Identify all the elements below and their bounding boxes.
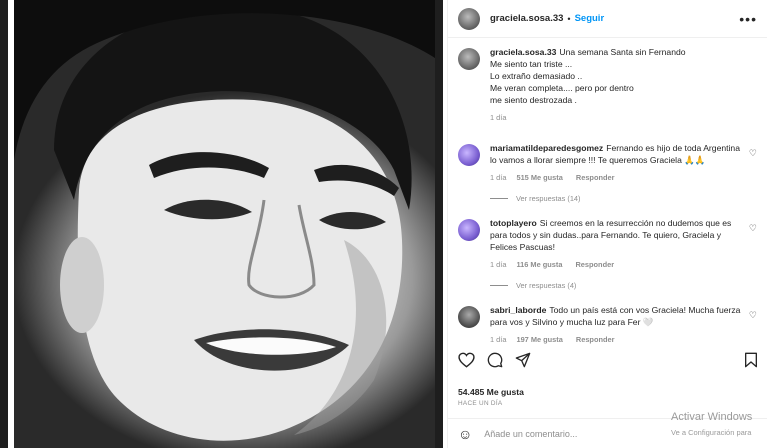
view-replies-button[interactable]: Ver respuestas (14) bbox=[490, 194, 757, 203]
heart-icon[interactable] bbox=[458, 352, 475, 368]
follow-button[interactable]: Seguir bbox=[575, 13, 605, 24]
share-icon[interactable] bbox=[515, 352, 531, 368]
previous-media-edge bbox=[0, 0, 8, 448]
bookmark-icon[interactable] bbox=[744, 352, 758, 368]
comment-likes[interactable]: 197 Me gusta bbox=[516, 334, 562, 346]
post-actions-bar bbox=[448, 352, 767, 368]
commenter-avatar[interactable] bbox=[458, 219, 480, 241]
caption: graciela.sosa.33 Una semana Santa sin Fer… bbox=[458, 46, 757, 124]
post-timestamp: HACE UN DÍA bbox=[458, 400, 503, 407]
caption-avatar[interactable] bbox=[458, 48, 480, 70]
reply-button[interactable]: Responder bbox=[576, 172, 615, 184]
comment-time: 1 día bbox=[490, 173, 507, 182]
comment-item: sabri_laborde Todo un país está con vos G… bbox=[458, 304, 757, 346]
caption-time: 1 día bbox=[490, 113, 507, 122]
comments-list[interactable]: graciela.sosa.33 Una semana Santa sin Fer… bbox=[448, 38, 767, 350]
portrait-illustration bbox=[14, 0, 438, 441]
post-media[interactable] bbox=[0, 0, 443, 448]
post-header: graciela.sosa.33 • Seguir ••• bbox=[448, 0, 767, 38]
windows-activation-subtitle: Ve a Configuración para bbox=[671, 428, 752, 437]
commenter-avatar[interactable] bbox=[458, 144, 480, 166]
view-replies-button[interactable]: Ver respuestas (4) bbox=[490, 281, 757, 290]
comment-username[interactable]: mariamatildeparedesgomez bbox=[490, 143, 603, 153]
caption-username[interactable]: graciela.sosa.33 bbox=[490, 47, 556, 57]
comment-like-icon[interactable]: ♡ bbox=[749, 223, 757, 271]
emoji-icon[interactable]: ☺ bbox=[458, 426, 472, 442]
comment-item: mariamatildeparedesgomez Fernando es hijo… bbox=[458, 142, 757, 184]
add-comment-input[interactable] bbox=[484, 428, 685, 439]
comment-time: 1 día bbox=[490, 335, 507, 344]
likes-count[interactable]: 54.485 Me gusta bbox=[458, 387, 524, 397]
view-replies-label: Ver respuestas (14) bbox=[516, 194, 581, 203]
view-replies-label: Ver respuestas (4) bbox=[516, 281, 577, 290]
next-media-edge bbox=[435, 0, 443, 448]
separator-dot: • bbox=[567, 13, 571, 24]
replies-line bbox=[490, 198, 508, 199]
comment-likes[interactable]: 116 Me gusta bbox=[516, 259, 562, 271]
comment-username[interactable]: sabri_laborde bbox=[490, 305, 546, 315]
comment-like-icon[interactable]: ♡ bbox=[749, 148, 757, 184]
comment-username[interactable]: totoplayero bbox=[490, 218, 537, 228]
commenter-avatar[interactable] bbox=[458, 306, 480, 328]
comment-icon[interactable] bbox=[487, 352, 503, 368]
reply-button[interactable]: Responder bbox=[576, 334, 615, 346]
reply-button[interactable]: Responder bbox=[575, 259, 614, 271]
replies-line bbox=[490, 285, 508, 286]
author-avatar[interactable] bbox=[458, 7, 480, 30]
comment-time: 1 día bbox=[490, 260, 507, 269]
comment-item: totoplayero Si creemos en la resurrección… bbox=[458, 217, 757, 271]
windows-activation-watermark: Activar Windows bbox=[671, 411, 753, 423]
post-sidebar: graciela.sosa.33 • Seguir ••• graciela.s… bbox=[447, 0, 767, 448]
comment-like-icon[interactable]: ♡ bbox=[749, 310, 757, 346]
more-options-icon[interactable]: ••• bbox=[739, 11, 757, 27]
comment-likes[interactable]: 515 Me gusta bbox=[516, 172, 562, 184]
author-username[interactable]: graciela.sosa.33 bbox=[490, 13, 563, 24]
post-photo bbox=[14, 0, 438, 448]
